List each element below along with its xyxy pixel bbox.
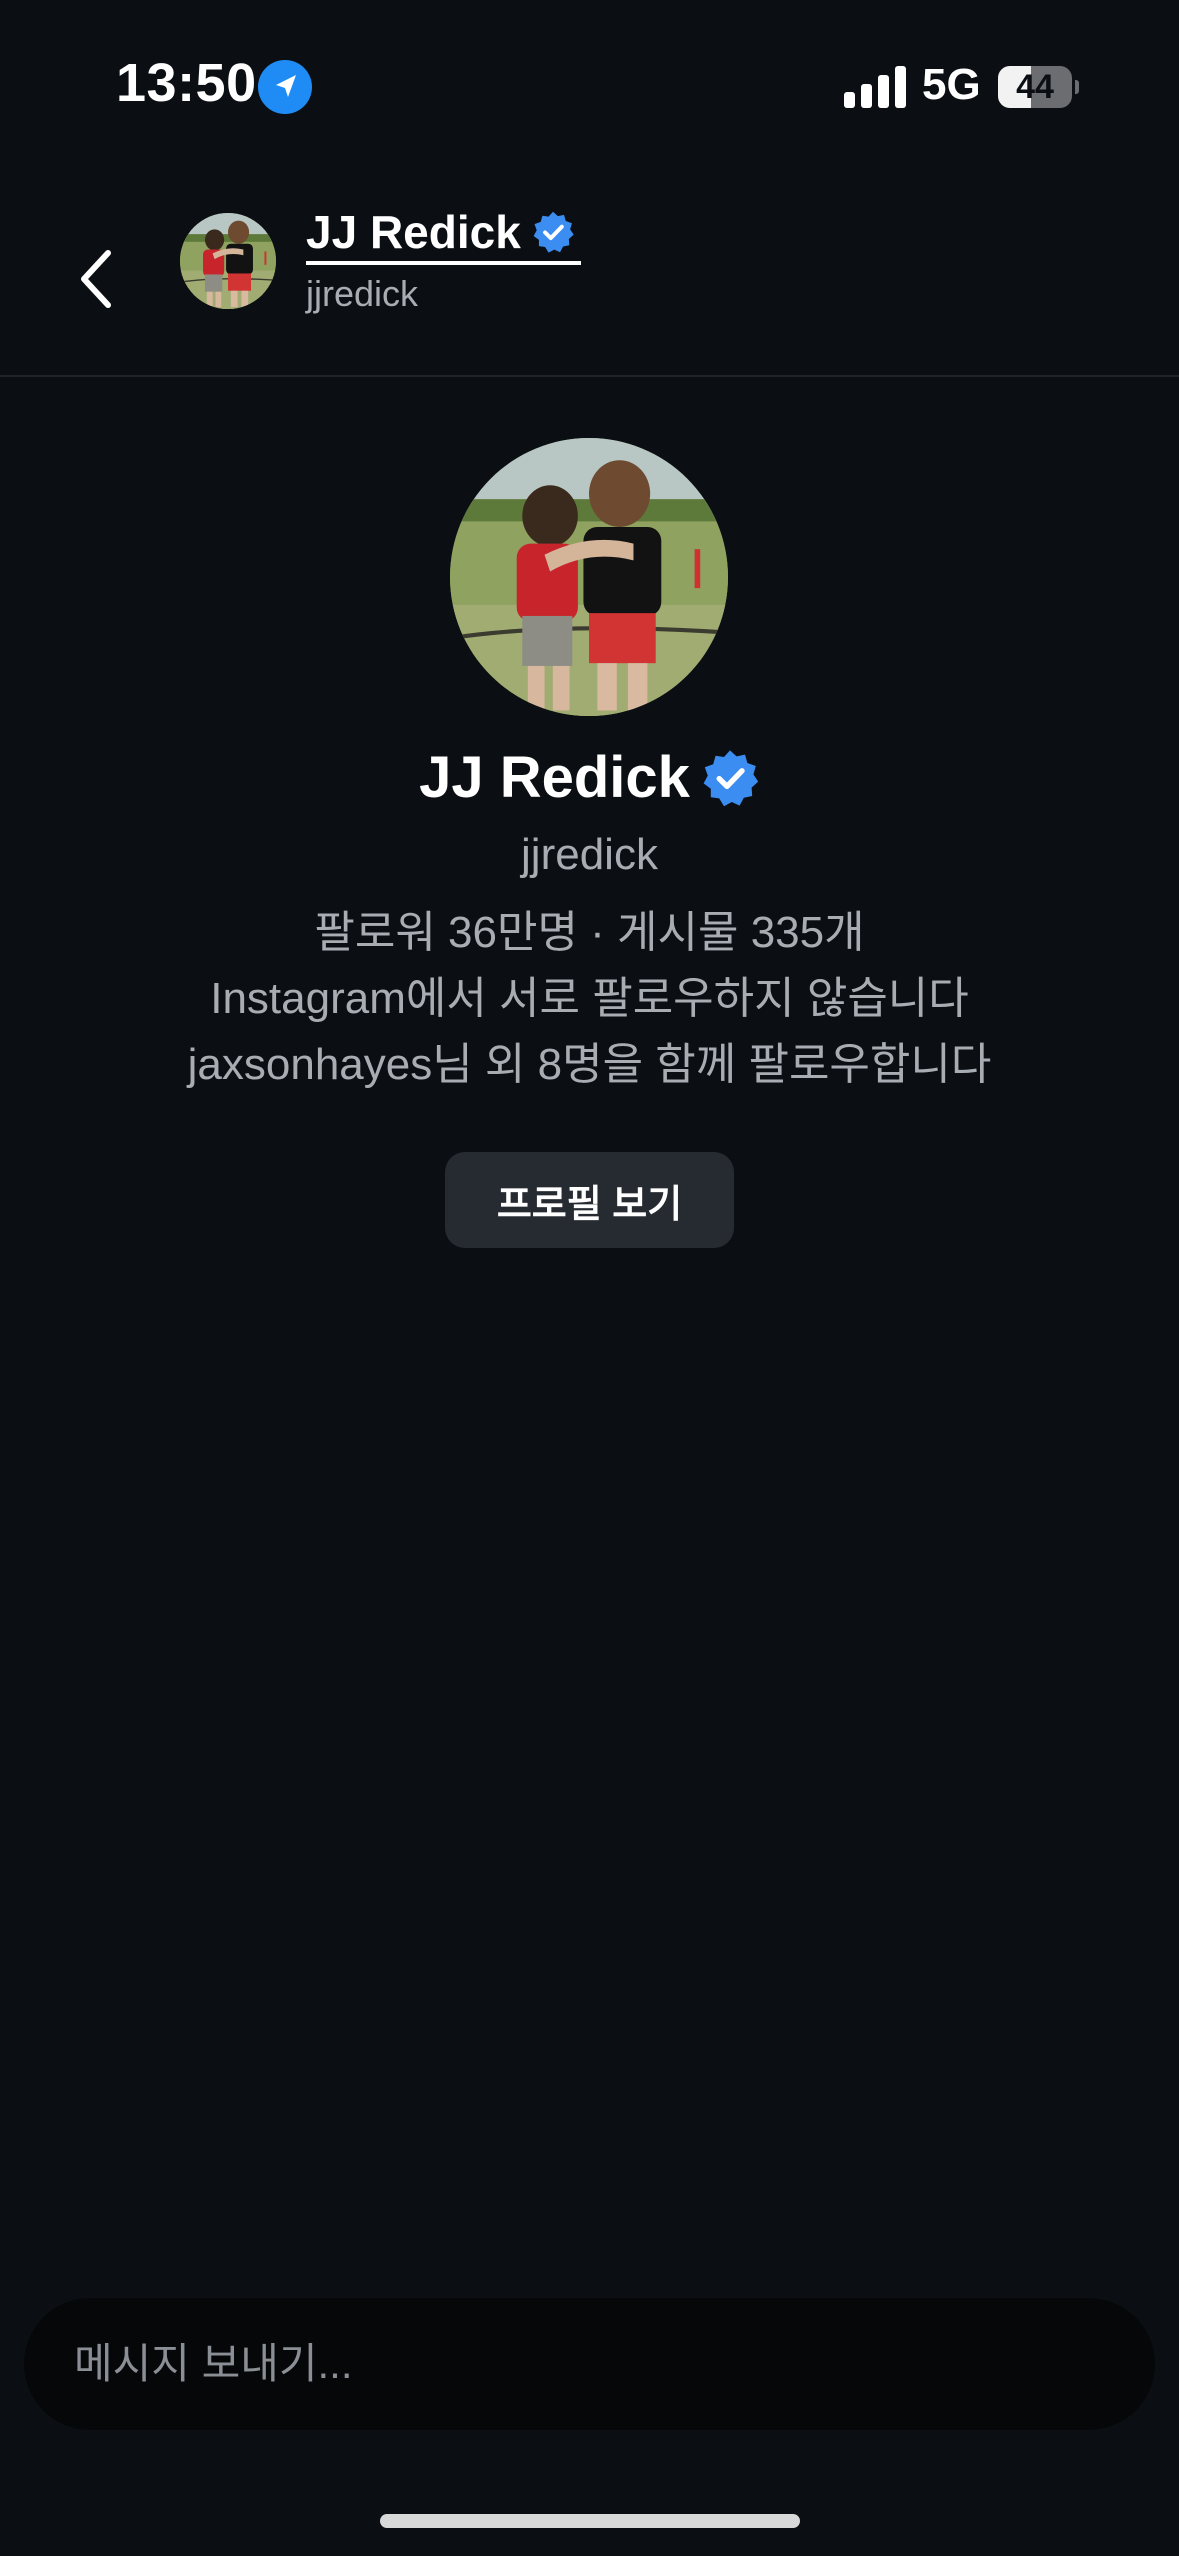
status-time: 13:50 bbox=[116, 53, 257, 113]
header-name-link[interactable]: JJ Redick bbox=[306, 205, 581, 265]
profile-mutual-status: Instagram에서 서로 팔로우하지 않습니다 bbox=[210, 974, 969, 1023]
profile-name: JJ Redick bbox=[419, 745, 690, 810]
chat-header: JJ Redick jjredick bbox=[0, 175, 1179, 377]
profile-avatar[interactable] bbox=[450, 438, 728, 716]
view-profile-button[interactable]: 프로필 보기 bbox=[445, 1152, 734, 1248]
verified-badge-icon bbox=[531, 210, 575, 254]
profile-stats: 팔로워 36만명 · 게시물 335개 bbox=[314, 908, 865, 957]
back-button[interactable] bbox=[56, 225, 136, 325]
verified-badge-icon bbox=[700, 748, 760, 808]
header-name: JJ Redick bbox=[306, 206, 521, 258]
network-label: 5G bbox=[922, 60, 981, 109]
chevron-left-icon bbox=[81, 250, 111, 308]
message-input[interactable]: 메시지 보내기... bbox=[74, 2298, 353, 2430]
header-avatar[interactable] bbox=[180, 213, 276, 309]
status-bar: 13:50 5G 44 bbox=[0, 0, 1179, 175]
home-indicator bbox=[380, 2514, 800, 2528]
profile-followed-by: jaxsonhayes님 외 8명을 함께 팔로우합니다 bbox=[187, 1040, 992, 1089]
battery-icon: 44 bbox=[998, 66, 1079, 108]
message-composer[interactable]: 메시지 보내기... bbox=[24, 2298, 1155, 2430]
battery-percent: 44 bbox=[1016, 68, 1054, 106]
location-arrow-icon bbox=[258, 60, 312, 114]
header-username: jjredick bbox=[306, 273, 419, 314]
cellular-signal-icon bbox=[844, 66, 906, 108]
profile-username: jjredick bbox=[521, 830, 658, 879]
profile-name-row: JJ Redick bbox=[0, 744, 1179, 811]
